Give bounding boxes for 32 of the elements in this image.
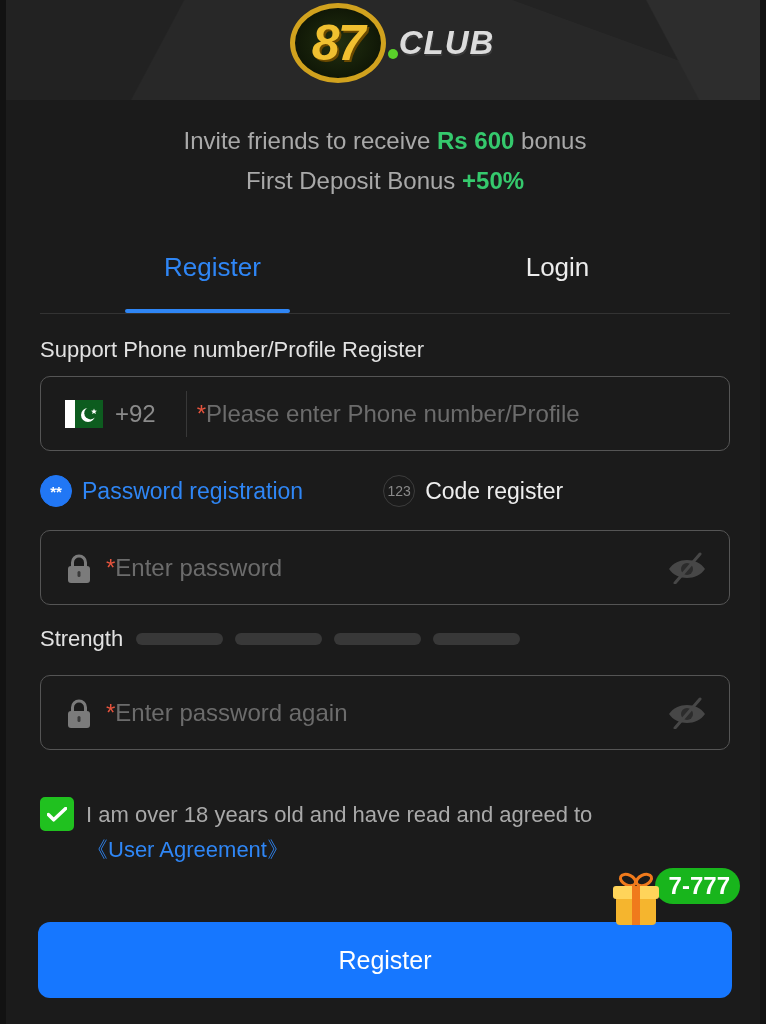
flag-icon	[65, 399, 103, 428]
registration-method-option[interactable]: 123 Code register	[383, 475, 564, 507]
logo-dot-icon	[387, 49, 398, 59]
phone-field[interactable]: +92 *Please enter Phone number/Profile	[40, 376, 730, 451]
promo-text: Invite friends to receive Rs 600 bonus	[182, 126, 588, 156]
phone-number-input[interactable]: Please enter Phone number/Profile	[206, 397, 707, 430]
confirm-password-input[interactable]: Enter password again	[115, 696, 657, 729]
required-mark: *	[196, 399, 207, 428]
agreement-text: I am over 18 years old and have read and agreed to 《User Agreement》	[86, 801, 594, 864]
phone-field-label: Support Phone number/Profile Register	[40, 336, 425, 364]
password-input[interactable]: Enter password	[115, 551, 657, 584]
tab[interactable]: Login	[385, 230, 730, 313]
lock-icon	[66, 552, 92, 583]
logo-emblem: 87	[289, 3, 386, 83]
registration-method-option[interactable]: ** Password registration	[40, 475, 304, 507]
confirm-password-field[interactable]: *Enter password again	[40, 675, 730, 750]
gift-box-icon[interactable]	[610, 872, 661, 926]
user-agreement-link[interactable]: 《User Agreement》	[86, 837, 289, 862]
required-mark: *	[106, 698, 116, 727]
checkmark-icon	[47, 806, 67, 822]
register-button[interactable]: Register	[38, 922, 732, 998]
strength-label: Strength	[40, 626, 124, 652]
method-badge: **	[40, 475, 72, 507]
promo-text: First Deposit Bonus +50%	[244, 166, 526, 196]
country-code: +92	[115, 399, 156, 428]
logo-wordmark: CLUB	[398, 24, 495, 62]
tab[interactable]: Register	[40, 230, 385, 313]
agree-checkbox[interactable]	[40, 797, 74, 831]
password-field[interactable]: *Enter password	[40, 530, 730, 605]
lock-icon	[66, 697, 92, 728]
bonus-badge[interactable]: 7-777	[654, 868, 740, 904]
required-mark: *	[106, 553, 116, 582]
